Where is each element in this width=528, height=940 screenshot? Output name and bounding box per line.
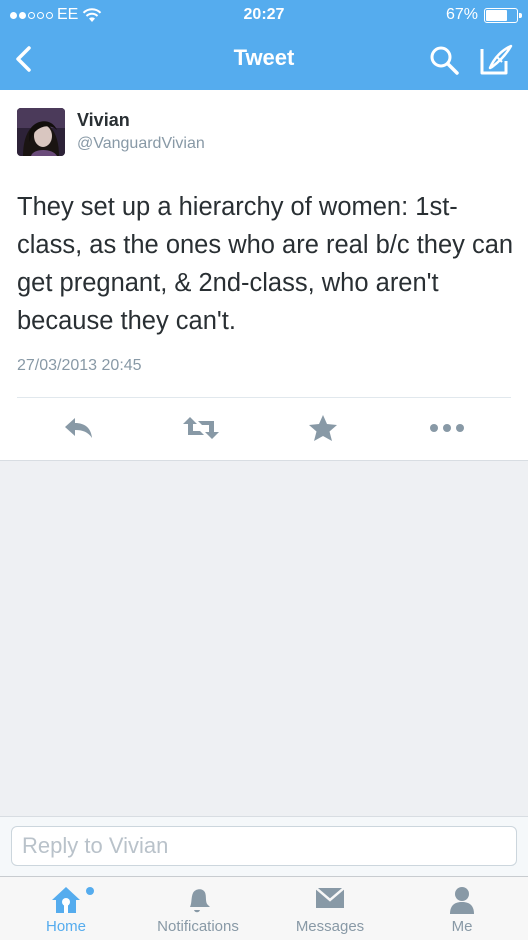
- author-name[interactable]: Vivian: [77, 110, 130, 131]
- tweet-text: They set up a hierarchy of women: 1st-cl…: [17, 193, 514, 335]
- status-bar-right: 67%: [445, 6, 522, 24]
- reply-input[interactable]: [11, 826, 517, 866]
- envelope-icon: [315, 887, 345, 908]
- avatar[interactable]: [17, 108, 65, 156]
- tab-me[interactable]: Me: [396, 877, 528, 940]
- retweet-icon: [183, 417, 219, 439]
- tweet-detail: Vivian @VanguardVivian They set up a hie…: [0, 90, 528, 461]
- battery-percent: 67%: [445, 6, 478, 23]
- app-header: EE 20:27 67% Tweet: [0, 0, 528, 90]
- battery-icon: [484, 7, 522, 23]
- tab-messages[interactable]: Messages: [264, 877, 396, 940]
- bell-icon: [190, 889, 210, 913]
- reply-button[interactable]: [59, 410, 99, 446]
- search-icon[interactable]: [428, 44, 460, 76]
- retweet-button[interactable]: [181, 410, 221, 446]
- divider: [17, 397, 511, 398]
- tab-notifications-label: Notifications: [157, 918, 239, 935]
- tab-home-label: Home: [45, 918, 86, 935]
- home-icon: [52, 887, 80, 913]
- compose-icon[interactable]: [478, 43, 514, 77]
- person-icon: [450, 887, 474, 914]
- tab-home[interactable]: Home: [0, 877, 132, 940]
- more-icon: [430, 424, 464, 432]
- favorite-button[interactable]: [303, 410, 343, 446]
- tab-me-label: Me: [451, 918, 473, 935]
- tab-bar: Home Notifications Messages Me: [0, 876, 528, 940]
- tweet-timestamp: 27/03/2013 20:45: [17, 357, 142, 374]
- reply-icon: [65, 418, 92, 438]
- favorite-icon: [309, 415, 337, 441]
- tab-notifications[interactable]: Notifications: [132, 877, 264, 940]
- more-button[interactable]: [427, 410, 467, 446]
- new-content-indicator: [86, 887, 94, 895]
- tab-messages-label: Messages: [295, 918, 365, 935]
- author-handle[interactable]: @VanguardVivian: [77, 135, 205, 153]
- reply-bar: [0, 816, 528, 877]
